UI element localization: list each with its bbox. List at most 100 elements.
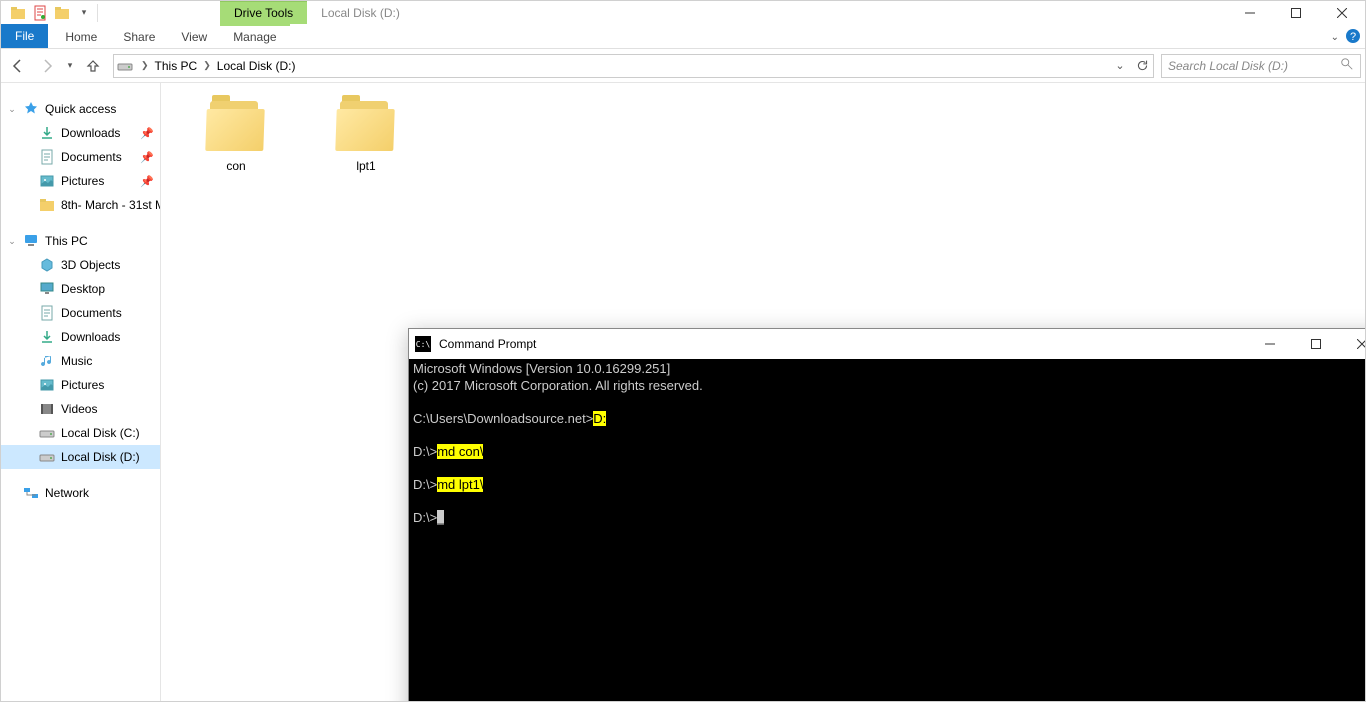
up-button[interactable]: [80, 53, 106, 79]
address-bar[interactable]: ❯ This PC ❯ Local Disk (D:) ⌄: [113, 54, 1154, 78]
qat-new-folder-icon[interactable]: [51, 2, 73, 24]
svg-text:?: ?: [1350, 31, 1356, 43]
sidebar-quick-access[interactable]: ⌄ Quick access: [1, 97, 160, 121]
contextual-tab-drive-tools[interactable]: Drive Tools: [220, 1, 307, 24]
chevron-right-icon[interactable]: ❯: [137, 60, 153, 71]
sidebar-item-pc-6[interactable]: Videos: [1, 397, 160, 421]
folder-label: lpt1: [356, 159, 375, 173]
breadcrumb-label: This PC: [155, 59, 198, 73]
recent-locations-button[interactable]: ▾: [63, 53, 77, 79]
sidebar-item-qa-1[interactable]: Documents📌: [1, 145, 160, 169]
disk-icon: [39, 449, 55, 465]
sidebar-label: Quick access: [45, 102, 116, 116]
download-icon: [39, 125, 55, 141]
window-title: Local Disk (D:): [307, 1, 414, 24]
folder-item-con[interactable]: con: [191, 101, 281, 173]
cmd-prompt: D:\>: [413, 510, 437, 525]
explorer-app-icon[interactable]: [7, 2, 29, 24]
back-button[interactable]: [5, 53, 31, 79]
maximize-button[interactable]: [1273, 1, 1319, 24]
sidebar-this-pc[interactable]: ⌄ This PC: [1, 229, 160, 253]
address-dropdown-button[interactable]: ⌄: [1109, 55, 1131, 77]
sidebar-item-label: Music: [61, 354, 92, 368]
sidebar-network[interactable]: › Network: [1, 481, 160, 505]
3d-icon: [39, 257, 55, 273]
sidebar-item-label: 8th- March - 31st M: [61, 198, 161, 212]
cmd-prompt: D:\>: [413, 444, 437, 459]
search-box[interactable]: [1161, 54, 1361, 78]
chevron-right-icon[interactable]: ›: [7, 488, 17, 498]
sidebar-item-pc-7[interactable]: Local Disk (C:): [1, 421, 160, 445]
sidebar-item-pc-2[interactable]: Documents: [1, 301, 160, 325]
cmd-line: Microsoft Windows [Version 10.0.16299.25…: [413, 361, 670, 376]
sidebar-item-qa-2[interactable]: Pictures📌: [1, 169, 160, 193]
sidebar-item-label: Downloads: [61, 330, 120, 344]
sidebar-item-qa-3[interactable]: 8th- March - 31st M: [1, 193, 160, 217]
sidebar-item-pc-4[interactable]: Music: [1, 349, 160, 373]
cmd-prompt: C:\Users\Downloadsource.net>: [413, 411, 593, 426]
sidebar-item-label: Local Disk (C:): [61, 426, 140, 440]
cmd-window-controls: [1247, 329, 1366, 359]
sidebar-label: This PC: [45, 234, 88, 248]
separator: [97, 4, 98, 22]
qat-properties-icon[interactable]: [29, 2, 51, 24]
document-icon: [39, 149, 55, 165]
sidebar-item-pc-3[interactable]: Downloads: [1, 325, 160, 349]
help-icon[interactable]: ?: [1345, 28, 1361, 47]
contextual-tab-label: Drive Tools: [234, 6, 293, 20]
file-tab-label: File: [15, 29, 34, 43]
ribbon-expand-icon[interactable]: ⌄: [1331, 32, 1339, 43]
folder-item-lpt1[interactable]: lpt1: [321, 101, 411, 173]
drive-icon: [117, 58, 133, 74]
search-input[interactable]: [1168, 59, 1340, 73]
cmd-close-button[interactable]: [1339, 329, 1366, 359]
tab-home[interactable]: Home: [52, 26, 110, 48]
breadcrumb-label: Local Disk (D:): [217, 59, 296, 73]
breadcrumb-this-pc[interactable]: This PC: [153, 59, 200, 73]
folder-icon: [204, 101, 268, 153]
cmd-cursor: _: [437, 510, 444, 525]
cmd-input-highlight: D:: [593, 411, 606, 426]
tab-manage[interactable]: Manage: [220, 24, 289, 48]
sidebar-item-pc-8[interactable]: Local Disk (D:): [1, 445, 160, 469]
chevron-down-icon[interactable]: ⌄: [7, 236, 17, 247]
minimize-button[interactable]: [1227, 1, 1273, 24]
folder-label: con: [226, 159, 245, 173]
file-tab[interactable]: File: [1, 24, 48, 48]
sidebar-item-label: Documents: [61, 150, 122, 164]
tab-view[interactable]: View: [168, 26, 220, 48]
sidebar-item-label: Local Disk (D:): [61, 450, 140, 464]
chevron-down-icon[interactable]: ⌄: [7, 104, 17, 115]
sidebar-item-pc-1[interactable]: Desktop: [1, 277, 160, 301]
pin-icon: 📌: [140, 175, 154, 188]
search-icon[interactable]: [1340, 57, 1354, 74]
tab-label: Home: [65, 30, 97, 44]
music-icon: [39, 353, 55, 369]
sidebar-item-pc-5[interactable]: Pictures: [1, 373, 160, 397]
cmd-terminal[interactable]: Microsoft Windows [Version 10.0.16299.25…: [409, 359, 1366, 702]
sidebar-item-qa-0[interactable]: Downloads📌: [1, 121, 160, 145]
tab-label: Manage: [233, 30, 276, 44]
chevron-right-icon[interactable]: ❯: [199, 60, 215, 71]
document-icon: [39, 305, 55, 321]
forward-button[interactable]: [34, 53, 60, 79]
cmd-title-bar[interactable]: C:\ Command Prompt: [409, 329, 1366, 359]
command-prompt-window: C:\ Command Prompt Microsoft Windows [Ve…: [408, 328, 1366, 702]
ribbon-tabs: File Home Share View Manage ⌄ ?: [1, 24, 1365, 49]
sidebar-item-pc-0[interactable]: 3D Objects: [1, 253, 160, 277]
tab-share[interactable]: Share: [110, 26, 168, 48]
quick-access-icon: [23, 101, 39, 117]
cmd-maximize-button[interactable]: [1293, 329, 1339, 359]
cmd-line: (c) 2017 Microsoft Corporation. All righ…: [413, 378, 703, 393]
content-pane[interactable]: con lpt1 C:\ Command Prompt Microsoft Win…: [161, 83, 1365, 701]
navigation-pane: ⌄ Quick access Downloads📌Documents📌Pictu…: [1, 83, 161, 701]
disk-icon: [39, 425, 55, 441]
refresh-button[interactable]: [1131, 55, 1153, 77]
cmd-minimize-button[interactable]: [1247, 329, 1293, 359]
cmd-title-text: Command Prompt: [439, 337, 536, 351]
close-button[interactable]: [1319, 1, 1365, 24]
sidebar-item-label: 3D Objects: [61, 258, 120, 272]
breadcrumb-local-disk-d[interactable]: Local Disk (D:): [215, 59, 298, 73]
qat-customize-icon[interactable]: ▾: [73, 2, 95, 24]
sidebar-item-label: Documents: [61, 306, 122, 320]
